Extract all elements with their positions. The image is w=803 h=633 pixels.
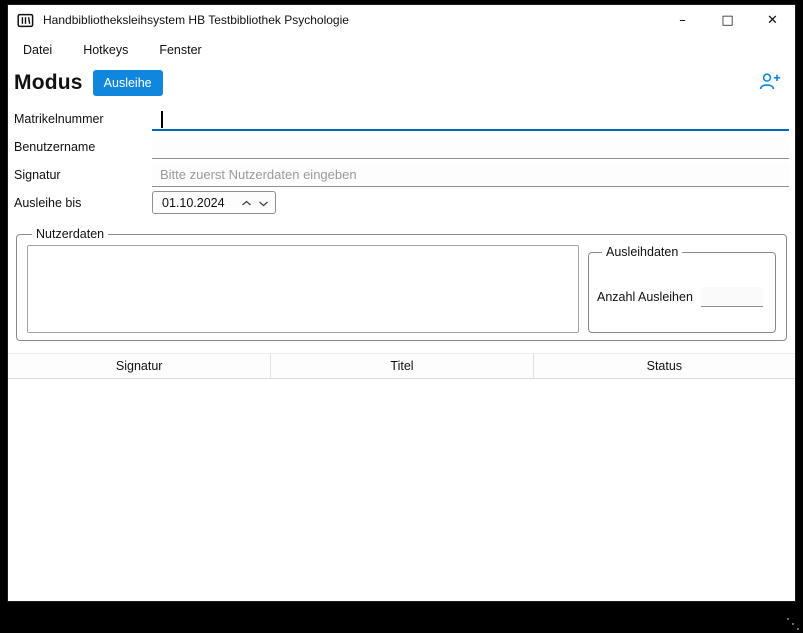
benutzername-input-wrap — [152, 135, 789, 159]
matrikelnummer-label: Matrikelnummer — [14, 112, 152, 126]
matrikelnummer-input-wrap — [152, 107, 789, 131]
chevron-up-icon — [241, 195, 252, 210]
benutzername-row: Benutzername — [14, 133, 789, 160]
resize-grip[interactable] — [787, 618, 789, 620]
nutzerdaten-title: Nutzerdaten — [32, 227, 108, 241]
menu-bar: Datei Hotkeys Fenster — [8, 35, 795, 65]
ausleihe-bis-label: Ausleihe bis — [14, 196, 152, 210]
add-user-button[interactable] — [757, 70, 783, 96]
date-value[interactable]: 01.10.2024 — [162, 196, 238, 210]
column-header-status[interactable]: Status — [533, 354, 795, 378]
table-header: Signatur Titel Status — [8, 354, 795, 379]
matrikelnummer-input[interactable] — [152, 107, 789, 131]
app-window: Handbibliotheksleihsystem HB Testbibliot… — [7, 4, 796, 602]
matrikelnummer-row: Matrikelnummer — [14, 105, 789, 132]
nutzerdaten-group: Nutzerdaten Ausleihdaten Anzahl Ausleihe… — [16, 227, 787, 341]
title-bar: Handbibliotheksleihsystem HB Testbibliot… — [8, 5, 795, 35]
column-header-signatur[interactable]: Signatur — [8, 354, 270, 378]
main-content: Modus Ausleihe Matrikelnummer — [8, 65, 795, 601]
nutzerdaten-body: Ausleihdaten Anzahl Ausleihen — [27, 245, 776, 333]
app-icon — [17, 12, 34, 29]
benutzername-label: Benutzername — [14, 140, 152, 154]
column-header-titel[interactable]: Titel — [270, 354, 532, 378]
date-decrement-button[interactable] — [255, 192, 272, 213]
window-controls: – □ ✕ — [660, 5, 795, 35]
anzahl-ausleihen-row: Anzahl Ausleihen — [597, 287, 767, 307]
text-caret — [161, 111, 163, 128]
add-user-icon — [759, 79, 781, 94]
results-table: Signatur Titel Status — [8, 353, 795, 601]
benutzername-input[interactable] — [152, 135, 789, 159]
date-increment-button[interactable] — [238, 192, 255, 213]
nutzerdaten-textarea[interactable] — [27, 245, 579, 333]
close-button[interactable]: ✕ — [750, 5, 795, 35]
menu-item-fenster[interactable]: Fenster — [148, 37, 212, 63]
window-title: Handbibliotheksleihsystem HB Testbibliot… — [43, 13, 349, 27]
mode-row: Modus Ausleihe — [14, 67, 789, 99]
ausleihe-bis-datepicker[interactable]: 01.10.2024 — [152, 191, 276, 214]
anzahl-ausleihen-input[interactable] — [701, 287, 763, 307]
signatur-input-wrap — [152, 163, 789, 187]
chevron-down-icon — [258, 195, 269, 210]
signatur-input[interactable] — [152, 163, 789, 187]
signatur-row: Signatur — [14, 161, 789, 188]
menu-item-hotkeys[interactable]: Hotkeys — [72, 37, 139, 63]
ausleihdaten-group: Ausleihdaten Anzahl Ausleihen — [588, 245, 776, 333]
table-body[interactable] — [8, 379, 795, 601]
signatur-label: Signatur — [14, 168, 152, 182]
mode-label: Modus — [14, 71, 83, 95]
menu-item-datei[interactable]: Datei — [12, 37, 63, 63]
ausleihdaten-title: Ausleihdaten — [602, 245, 682, 259]
ausleihe-bis-row: Ausleihe bis 01.10.2024 — [14, 189, 789, 216]
minimize-button[interactable]: – — [660, 5, 705, 35]
ausleihe-mode-button[interactable]: Ausleihe — [93, 70, 163, 96]
maximize-button[interactable]: □ — [705, 5, 750, 35]
anzahl-ausleihen-label: Anzahl Ausleihen — [597, 290, 693, 304]
